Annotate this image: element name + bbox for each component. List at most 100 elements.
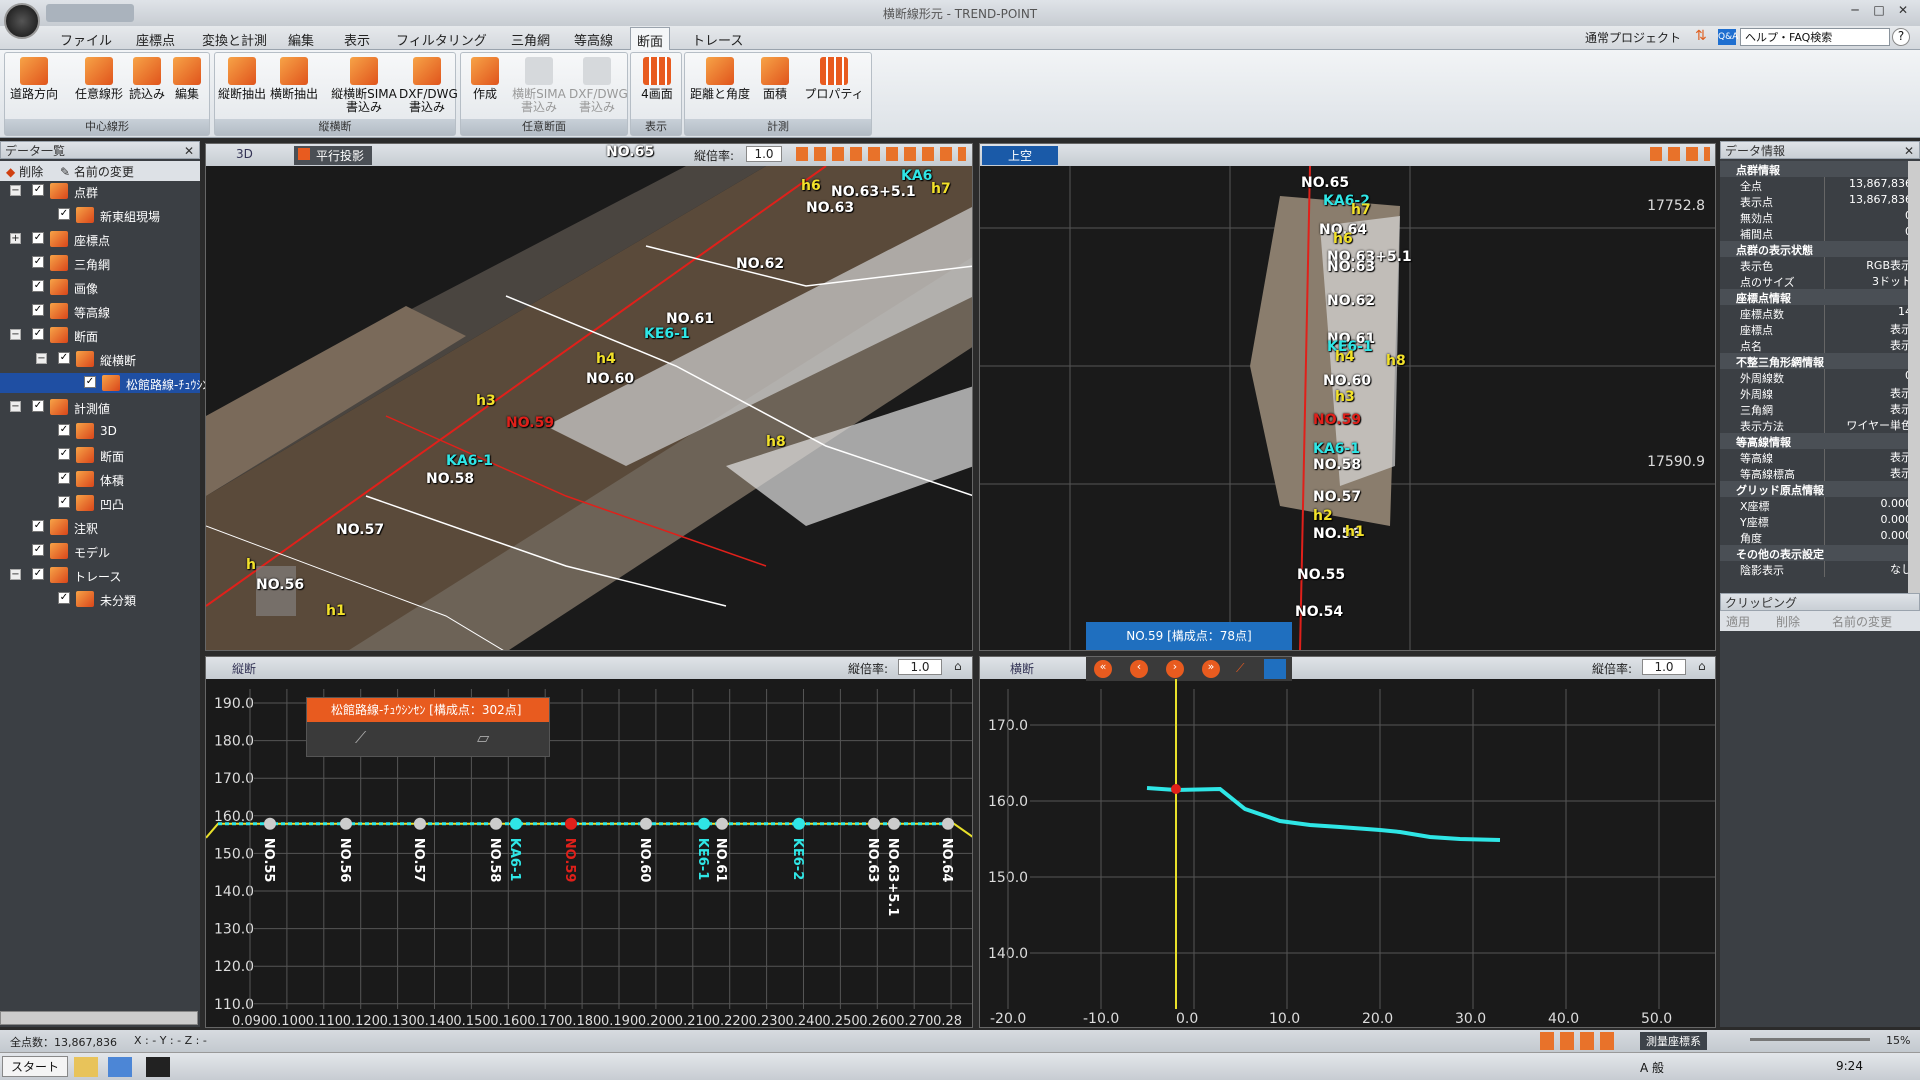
tree-item[interactable]: ✓ 体積 [0,469,200,489]
property-row[interactable]: 表示方法 ワイヤー単色 [1720,417,1916,433]
tab-edit[interactable]: 編集 [282,30,320,50]
expand-toggle[interactable]: − [10,569,21,580]
status-tool-icons[interactable] [1540,1032,1620,1050]
property-scrollbar[interactable] [1908,161,1920,593]
station-marker[interactable]: NO.54 [1295,604,1343,620]
help-search-input[interactable]: ヘルプ・FAQ検索 [1740,28,1890,46]
four-view-button[interactable]: 4画面 [635,57,679,101]
prev-station-button[interactable]: ‹ [1130,660,1148,678]
profile-chart-icon[interactable]: ▱ [477,728,489,747]
property-row[interactable]: 無効点 0 [1720,209,1916,225]
expand-toggle[interactable]: − [10,401,21,412]
visibility-checkbox[interactable]: ✓ [32,304,44,316]
station-marker[interactable]: NO.63+5.1 [831,184,916,200]
coord-system[interactable]: 測量座標系 [1640,1032,1707,1050]
tab-file[interactable]: ファイル [54,30,118,50]
projection-toggle[interactable]: 平行投影 [294,146,373,165]
tab-transform[interactable]: 変換と計測 [196,30,273,50]
cross-extract-button[interactable]: 横断抽出 [269,57,319,101]
clip-rename-button[interactable]: 名前の変更 [1832,613,1892,630]
tree-item[interactable]: ✓ 断面 [0,445,200,465]
visibility-checkbox[interactable]: ✓ [32,544,44,556]
help-icon[interactable]: ? [1892,28,1910,46]
station-marker[interactable]: NO.59 [506,415,554,431]
station-marker[interactable]: h4 [596,351,616,367]
view-toolbar-icons[interactable] [1650,147,1710,161]
station-marker[interactable]: h4 [1335,349,1355,365]
tree-item[interactable]: ✓ 凹凸 [0,493,200,513]
station-marker[interactable]: h6 [801,178,821,194]
station-marker[interactable]: NO.60 [1323,373,1371,389]
visibility-checkbox[interactable]: ✓ [58,208,70,220]
visibility-checkbox[interactable]: ✓ [32,232,44,244]
station-marker[interactable]: NO.58 [426,471,474,487]
tree-item[interactable]: ✓ 画像 [0,277,200,297]
property-row[interactable]: 外周線数 0 [1720,369,1916,385]
visibility-checkbox[interactable]: ✓ [58,352,70,364]
tab-top[interactable]: 上空 [982,146,1059,165]
browser-icon[interactable] [108,1057,132,1077]
edit-alignment-button[interactable]: 編集 [169,57,205,101]
scale-input[interactable]: 1.0 [1642,659,1686,675]
tab-filtering[interactable]: フィルタリング [390,30,493,50]
tab-section[interactable]: 断面 [630,27,671,50]
tree-scrollbar[interactable] [0,1011,198,1025]
property-row[interactable]: 表示点 13,867,836 [1720,193,1916,209]
expand-toggle[interactable]: − [10,329,21,340]
visibility-checkbox[interactable]: ✓ [32,280,44,292]
station-marker[interactable]: h8 [1386,353,1406,369]
tab-3d[interactable]: 3D [236,147,253,161]
tab-trace[interactable]: トレース [686,30,749,50]
visibility-checkbox[interactable]: ✓ [32,568,44,580]
clip-apply-button[interactable]: 適用 [1726,613,1750,630]
station-marker[interactable]: NO.61 [666,311,714,327]
tree-item[interactable]: − ✓ 点群 [0,181,200,201]
view-toolbar-icons[interactable] [796,147,966,161]
home-icon[interactable]: ⌂ [1698,659,1706,673]
station-marker[interactable]: KA6 [901,168,932,184]
station-marker[interactable]: NO.57 [336,522,384,538]
property-row[interactable]: 陰影表示 なし [1720,561,1916,577]
property-row[interactable]: 表示色 RGB表示 [1720,257,1916,273]
close-button[interactable]: ✕ [1892,3,1914,21]
tree-item[interactable]: − ✓ トレース [0,565,200,585]
visibility-checkbox[interactable]: ✓ [32,256,44,268]
project-mode[interactable]: 通常プロジェクト [1585,29,1681,46]
station-marker[interactable]: h3 [476,393,496,409]
station-marker[interactable]: KA6-1 [446,453,493,469]
property-row[interactable]: 点のサイズ 3ドット [1720,273,1916,289]
visibility-checkbox[interactable]: ✓ [58,496,70,508]
properties-button[interactable]: プロパティ [801,57,867,101]
property-row[interactable]: X座標 0.000 [1720,497,1916,513]
station-marker[interactable]: h3 [1335,389,1355,405]
station-marker[interactable]: h2 [1313,508,1333,524]
clip-delete-button[interactable]: 削除 [1776,613,1800,630]
visibility-checkbox[interactable]: ✓ [32,328,44,340]
trend-point-task[interactable] [146,1057,170,1077]
property-row[interactable]: 全点 13,867,836 [1720,177,1916,193]
viewport-longitudinal[interactable]: 縦断 縦倍率: 1.0 ⌂ 190.0 180.0 170.0 160.0 150.0 1… [205,656,973,1028]
scale-input[interactable]: 1.0 [746,146,782,162]
tree-item[interactable]: − ✓ 計測値 [0,397,200,417]
station-marker[interactable]: h8 [766,434,786,450]
station-marker[interactable]: h1 [1345,524,1365,540]
load-button[interactable]: 読込み [127,57,167,101]
station-marker[interactable]: NO.56 [256,577,304,593]
tab-points[interactable]: 座標点 [130,30,181,50]
tree-item[interactable]: ✓ モデル [0,541,200,561]
last-station-button[interactable]: » [1202,660,1220,678]
property-row[interactable]: 座標点 表示 [1720,321,1916,337]
station-marker[interactable]: NO.63 [1327,259,1375,275]
station-marker[interactable]: NO.60 [586,371,634,387]
ime-indicator[interactable]: A 般 [1640,1059,1664,1076]
station-marker[interactable]: NO.57 [1313,489,1361,505]
station-marker[interactable]: NO.65 [606,144,654,160]
tree-item[interactable]: ✓ 新東組現場 [0,205,200,225]
scale-input[interactable]: 1.0 [898,659,942,675]
tree-item[interactable]: + ✓ 座標点 [0,229,200,249]
first-station-button[interactable]: « [1094,660,1112,678]
visibility-checkbox[interactable]: ✓ [58,424,70,436]
next-station-button[interactable]: › [1166,660,1184,678]
cross-dxf-write-button[interactable]: DXF/DWG 書込み [569,57,628,114]
property-row[interactable]: 外周線 表示 [1720,385,1916,401]
